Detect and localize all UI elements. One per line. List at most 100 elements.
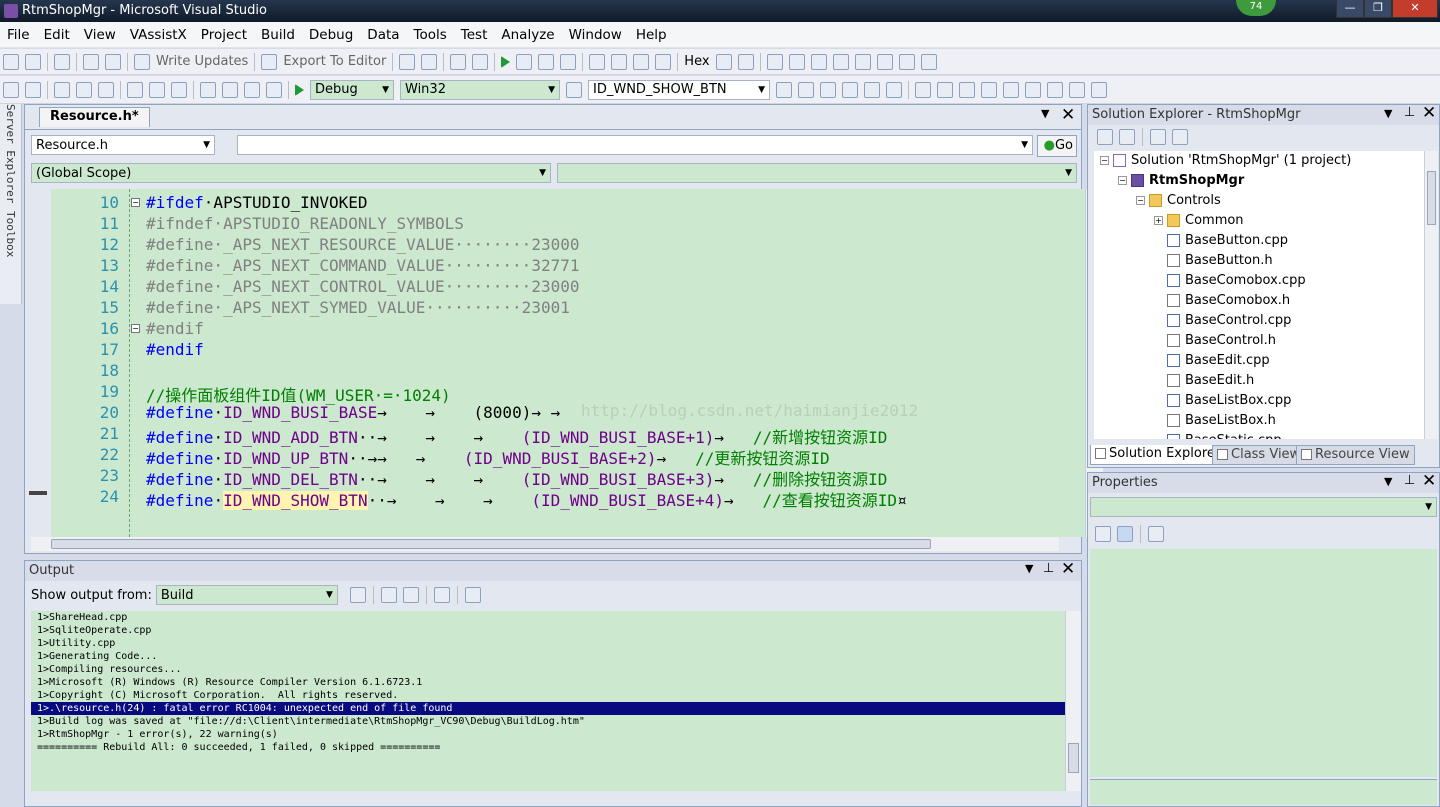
categorized-icon[interactable] (1095, 526, 1111, 542)
expand-icon[interactable]: − (1136, 196, 1145, 205)
options-icon[interactable] (920, 53, 937, 70)
expand-icon[interactable]: − (1118, 176, 1127, 185)
filter-icon[interactable] (83, 53, 99, 70)
property-pages-icon[interactable] (1148, 526, 1164, 542)
prev-message-icon[interactable] (380, 587, 397, 603)
stop-debug-icon[interactable] (538, 53, 555, 70)
save-icon[interactable] (76, 81, 92, 98)
solution-close-icon[interactable]: ✕ (1422, 103, 1436, 123)
goto-location-icon[interactable] (349, 587, 366, 603)
save-all-icon[interactable] (98, 81, 114, 98)
scope-combo[interactable]: (Global Scope) ▼ (31, 163, 551, 183)
expand-icon[interactable]: − (1100, 156, 1109, 165)
nav-back-icon[interactable] (244, 81, 260, 98)
document-tab[interactable]: Resource.h* (39, 107, 150, 127)
output-scroll-thumb[interactable] (1068, 743, 1079, 773)
object-browser-icon[interactable] (820, 81, 836, 98)
spell-icon[interactable] (876, 53, 893, 70)
new-project-icon[interactable] (3, 81, 19, 98)
output-vertical-scrollbar[interactable] (1065, 611, 1081, 791)
tree-item[interactable]: BaseControl.h (1154, 331, 1276, 351)
cut-icon[interactable] (54, 53, 70, 70)
add-item-icon[interactable] (25, 81, 41, 98)
tree-item[interactable]: BaseButton.cpp (1154, 231, 1288, 251)
comment-icon[interactable] (1003, 81, 1019, 98)
toolbox-tab[interactable]: Toolbox (4, 211, 17, 257)
close-window-button[interactable]: ✕ (1392, 0, 1438, 18)
pin-icon[interactable]: ⊥ (1043, 561, 1054, 576)
menu-item-project[interactable]: Project (201, 27, 247, 43)
output-line[interactable]: 1>RtmShopMgr - 1 error(s), 22 warning(s) (31, 728, 1065, 741)
solution-menu-icon[interactable]: ▼ (1384, 107, 1392, 120)
maximize-button[interactable]: ❐ (1364, 0, 1392, 18)
menu-item-data[interactable]: Data (367, 27, 399, 43)
start-page-icon[interactable] (864, 81, 880, 98)
output-menu-icon[interactable]: ▼ (1025, 562, 1033, 575)
tree-item[interactable]: BaseStatic.cpp (1154, 431, 1282, 439)
uncomment-icon[interactable] (1025, 81, 1041, 98)
tree-item[interactable]: − Controls (1136, 191, 1221, 211)
tree-item[interactable]: + Common (1154, 211, 1244, 231)
export-to-editor-button[interactable]: Export To Editor (283, 54, 386, 69)
solution-pin-icon[interactable]: ⊥ (1404, 105, 1415, 120)
properties-pin-icon[interactable]: ⊥ (1404, 473, 1415, 488)
properties-object-select[interactable]: ▼ (1090, 497, 1437, 517)
collapse-icon[interactable]: − (131, 198, 140, 207)
class-diagram-icon[interactable] (1172, 129, 1188, 145)
tree-scroll-thumb[interactable] (1427, 171, 1436, 225)
output-line[interactable]: ========== Rebuild All: 0 succeeded, 1 f… (31, 741, 1065, 754)
output-line[interactable]: 1>SqliteOperate.cpp (31, 624, 1065, 637)
step-over-icon[interactable] (611, 53, 628, 70)
copy-icon[interactable] (105, 53, 121, 70)
tree-item[interactable]: BaseComobox.cpp (1154, 271, 1306, 291)
alphabetical-icon[interactable] (1117, 526, 1133, 542)
doc-list-icon[interactable]: ▼ (1041, 107, 1049, 120)
pause-icon[interactable] (516, 53, 533, 70)
symbol-combo[interactable]: ▼ (237, 135, 1033, 155)
menu-item-test[interactable]: Test (461, 27, 488, 43)
tree-item[interactable]: BaseControl.cpp (1154, 311, 1291, 331)
properties-icon[interactable] (1097, 129, 1113, 145)
redo-icon[interactable] (222, 81, 238, 98)
open-file-icon[interactable] (54, 81, 70, 98)
expand-icon[interactable]: + (1154, 216, 1163, 225)
code-editor[interactable]: 10 11 12 13 14 15 16 17 18 19 20 21 22 23 24 #ifdef·AP… (51, 189, 1103, 537)
editor-horizontal-scrollbar[interactable] (31, 537, 1059, 551)
configuration-select[interactable]: Debug ▼ (310, 79, 394, 100)
menu-item-vassistx[interactable]: VAssistX (130, 27, 187, 43)
properties-close-icon[interactable]: ✕ (1422, 471, 1436, 491)
copy-icon[interactable] (149, 81, 165, 98)
platform-select[interactable]: Win32 ▼ (400, 79, 560, 100)
paste-icon[interactable] (171, 81, 187, 98)
menu-item-build[interactable]: Build (261, 27, 295, 43)
tree-item[interactable]: BaseComobox.h (1154, 291, 1290, 311)
toolbox-icon[interactable] (842, 81, 858, 98)
view-code-icon[interactable] (1150, 129, 1166, 145)
word-wrap-icon[interactable] (464, 587, 481, 603)
bookmark-next-icon[interactable] (1069, 81, 1085, 98)
stop-icon[interactable] (450, 53, 467, 70)
bookmark-clear-icon[interactable] (1091, 81, 1107, 98)
tree-item[interactable]: BaseListBox.h (1154, 411, 1276, 431)
editor-hscroll-thumb[interactable] (51, 539, 931, 549)
output-line[interactable]: 1>Utility.cpp (31, 637, 1065, 650)
build-icon[interactable] (832, 53, 849, 70)
properties-menu-icon[interactable]: ▼ (1384, 475, 1392, 488)
output-line[interactable]: 1>Build log was saved at "file://d:\Clie… (31, 715, 1065, 728)
tree-item[interactable]: − Solution 'RtmShopMgr' (1 project) (1100, 151, 1351, 171)
tree-item[interactable]: BaseListBox.cpp (1154, 391, 1291, 411)
align-icon[interactable] (915, 81, 931, 98)
step-into-icon[interactable] (589, 53, 606, 70)
member-combo[interactable]: ▼ (557, 163, 1077, 183)
menu-item-help[interactable]: Help (636, 27, 667, 43)
tab-class-view[interactable]: Class View (1212, 445, 1306, 465)
run-icon[interactable] (501, 55, 511, 68)
nav-forward-icon[interactable] (266, 81, 282, 98)
export-icon[interactable] (261, 53, 278, 70)
indent-icon[interactable] (959, 81, 975, 98)
menu-item-file[interactable]: File (7, 27, 30, 43)
menu-item-view[interactable]: View (84, 27, 116, 43)
bookmark-prev-icon[interactable] (1047, 81, 1063, 98)
tab-resource-view[interactable]: Resource View (1296, 445, 1415, 465)
bookmark-icon[interactable] (854, 53, 871, 70)
